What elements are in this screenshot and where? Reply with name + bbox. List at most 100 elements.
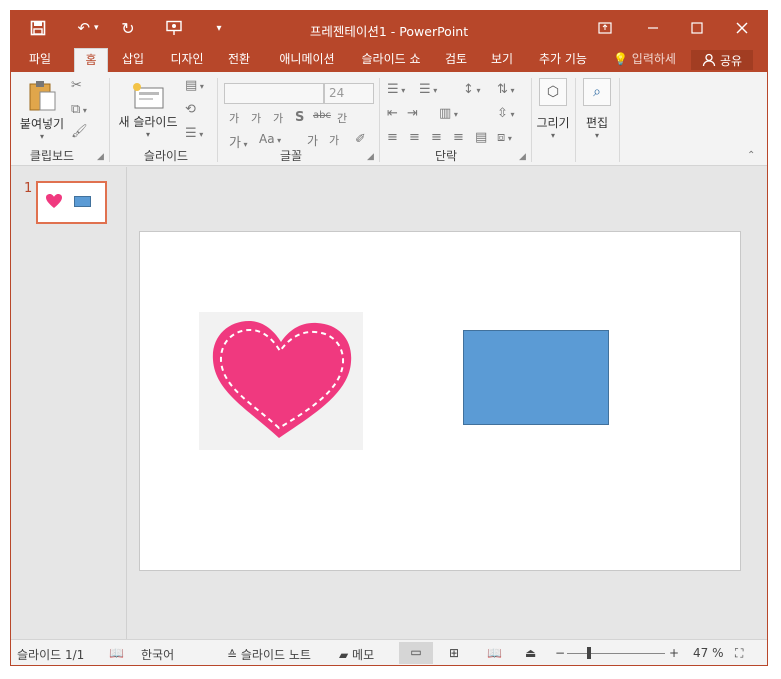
font-group-label: 글꼴 [279, 149, 303, 163]
new-slide-label: 새 슬라이드 [118, 115, 178, 129]
line-spacing-icon[interactable]: ↕ ▾ [463, 82, 480, 97]
tab-file[interactable]: 파일 [17, 48, 63, 72]
increase-font-icon[interactable]: 가 [229, 110, 239, 126]
drawing-button[interactable]: ⬡ 그리기 ▾ [535, 78, 571, 144]
tab-view[interactable]: 보기 [485, 48, 519, 72]
tab-slideshow[interactable]: 슬라이드 쇼 [353, 48, 429, 72]
tab-animations[interactable]: 애니메이션 [270, 48, 344, 72]
ribbon: 붙여넣기 ▾ ✂ ⧉ ▾ 🖌 클립보드 ◢ 새 슬라이드 ▾ ▤ ▾ ⟲ ☰ ▾… [11, 72, 767, 166]
zoom-level[interactable]: 47 % [693, 646, 724, 660]
justify-icon[interactable]: ≡ [453, 130, 464, 145]
smartart-icon[interactable]: ⧈ ▾ [497, 130, 512, 145]
paste-button[interactable]: 붙여넣기 ▾ [15, 78, 69, 141]
align-left-icon[interactable]: ≡ [387, 130, 398, 145]
numbering-icon[interactable]: ☰ ▾ [419, 82, 437, 97]
reading-view-icon[interactable]: 📖 [487, 646, 502, 660]
fit-to-window-icon[interactable]: ⛶ [735, 646, 743, 661]
clipboard-group-label: 클립보드 [29, 149, 75, 163]
cut-icon[interactable]: ✂ [71, 78, 82, 93]
paragraph-launcher-icon[interactable]: ◢ [519, 152, 526, 162]
columns-icon[interactable]: ▥ ▾ [439, 106, 458, 121]
font-color-icon[interactable]: 가 ▾ [229, 132, 248, 151]
tell-me-search[interactable]: 💡 입력하세 [613, 48, 676, 72]
distributed-icon[interactable]: ▤ [475, 130, 487, 145]
clipboard-launcher-icon[interactable]: ◢ [97, 152, 104, 162]
section-icon[interactable]: ☰ ▾ [185, 126, 203, 141]
slide-thumbnail[interactable] [36, 181, 107, 224]
tab-review[interactable]: 검토 [439, 48, 473, 72]
find-icon: ⌕ [583, 78, 611, 106]
comments-button[interactable]: ▰ 메모 [339, 646, 374, 663]
slide-thumbnail-pane: 1 [11, 167, 127, 639]
editing-button[interactable]: ⌕ 편집 ▾ [579, 78, 615, 144]
collapse-ribbon-icon[interactable]: ⌃ [747, 150, 755, 161]
tab-transitions[interactable]: 전환 [221, 48, 257, 72]
ribbon-display-options-button[interactable] [585, 15, 625, 41]
decrease-indent-icon[interactable]: ⇤ [387, 106, 398, 121]
share-label: 공유 [719, 53, 743, 68]
maximize-button[interactable] [677, 15, 717, 41]
language-indicator[interactable]: 한국어 [141, 646, 174, 663]
copy-icon[interactable]: ⧉ ▾ [71, 102, 87, 117]
person-icon [702, 53, 716, 67]
font-name-field[interactable] [224, 83, 324, 104]
group-divider [217, 78, 218, 162]
group-divider [575, 78, 576, 162]
bullets-icon[interactable]: ☰ ▾ [387, 82, 405, 97]
slide-editor [128, 167, 767, 639]
font-size-field[interactable]: 24 [324, 83, 374, 104]
normal-view-icon[interactable]: ▭ [399, 642, 433, 664]
editing-label: 편집 [585, 116, 609, 130]
font-launcher-icon[interactable]: ◢ [367, 152, 374, 162]
clear-format-icon[interactable]: 가 [273, 110, 283, 126]
zoom-in-icon[interactable]: + [669, 646, 679, 660]
tab-insert[interactable]: 삽입 [115, 48, 151, 72]
heart-icon [212, 320, 352, 438]
subscript-icon[interactable]: 가 [329, 132, 339, 148]
align-text-icon[interactable]: ⇳ ▾ [497, 106, 514, 121]
spelling-icon[interactable]: 📖 [109, 646, 124, 660]
notes-button[interactable]: ≙ 슬라이드 노트 [227, 646, 311, 663]
tab-addins[interactable]: 추가 기능 [533, 48, 593, 72]
shapes-icon: ⬡ [539, 78, 567, 106]
slide-canvas[interactable] [139, 231, 741, 571]
group-divider [531, 78, 532, 162]
paragraph-group-label: 단락 [434, 149, 458, 163]
minimize-button[interactable] [633, 15, 673, 41]
share-button[interactable]: 공유 [691, 50, 753, 70]
lightbulb-icon: 💡 [613, 52, 628, 66]
drawing-label: 그리기 [536, 116, 570, 130]
char-spacing-icon[interactable]: 간 [337, 110, 347, 126]
paste-label: 붙여넣기 [19, 117, 65, 131]
zoom-slider-track[interactable] [567, 653, 665, 654]
reset-icon[interactable]: ⟲ [185, 102, 196, 117]
tab-home[interactable]: 홈 [74, 48, 108, 72]
align-right-icon[interactable]: ≡ [431, 130, 442, 145]
comments-label: 메모 [352, 648, 375, 662]
change-case-icon[interactable]: Aa ▾ [259, 132, 281, 146]
zoom-slider-thumb[interactable] [587, 647, 591, 659]
align-center-icon[interactable]: ≡ [409, 130, 420, 145]
powerpoint-window: ↶ ▾ ↻ ▾ 프레젠테이션1 - PowerPoint 파일 홈 삽입 디자인 … [10, 10, 768, 666]
strikethrough-icon[interactable]: abc [313, 110, 331, 121]
tab-design[interactable]: 디자인 [163, 48, 211, 72]
group-divider [619, 78, 620, 162]
format-painter-icon[interactable]: 🖌 [71, 124, 88, 139]
close-button[interactable] [722, 15, 762, 41]
shadow-icon[interactable]: S [295, 110, 304, 125]
clipboard-icon [29, 81, 56, 111]
increase-indent-icon[interactable]: ⇥ [407, 106, 418, 121]
highlight-icon[interactable]: ✐ [355, 132, 366, 147]
thumbnail-heart-icon [46, 194, 62, 208]
slide-sorter-icon[interactable]: ⊞ [449, 646, 459, 660]
text-direction-icon[interactable]: ⇅ ▾ [497, 82, 514, 97]
layout-icon[interactable]: ▤ ▾ [185, 78, 204, 93]
slideshow-view-icon[interactable]: ⏏ [525, 646, 536, 660]
blue-rectangle-shape[interactable] [463, 330, 609, 425]
search-placeholder: 입력하세 [631, 52, 676, 66]
heart-picture[interactable] [199, 312, 363, 450]
decrease-font-icon[interactable]: 가 [251, 110, 261, 126]
zoom-out-icon[interactable]: − [555, 646, 565, 660]
new-slide-button[interactable]: 새 슬라이드 ▾ [113, 78, 183, 142]
slide-counter: 슬라이드 1/1 [17, 648, 85, 662]
